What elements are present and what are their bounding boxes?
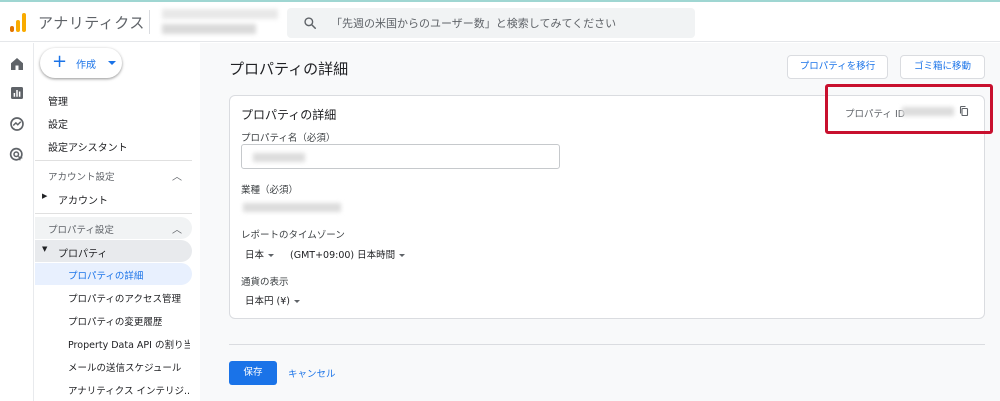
sidebar-item-analytics-intelligence[interactable]: アナリティクス インテリジ... bbox=[35, 378, 192, 400]
page-title: プロパティの詳細 bbox=[229, 60, 349, 78]
plus-icon: + bbox=[52, 51, 68, 72]
timezone-country-value: 日本 bbox=[245, 250, 265, 261]
sidebar-link-setup-assistant[interactable]: 設定アシスタント bbox=[48, 139, 128, 154]
move-property-button[interactable]: プロパティを移行 bbox=[787, 55, 888, 79]
sidebar-item-email-schedule[interactable]: メールの送信スケジュール bbox=[35, 355, 192, 377]
admin-sidebar: + 作成 管理 設定 設定アシスタント アカウント設定 ︿ ▶ アカウント プロ… bbox=[35, 43, 200, 401]
advertising-icon[interactable] bbox=[8, 146, 26, 164]
search-placeholder: 「先週の米国からのユーザー数」と検索してみてください bbox=[331, 17, 617, 30]
card-title: プロパティの詳細 bbox=[241, 108, 337, 122]
timezone-value: (GMT+09:00) 日本時間 bbox=[290, 250, 396, 261]
currency-label: 通貨の表示 bbox=[241, 277, 289, 288]
property-name-value-redacted bbox=[253, 153, 305, 162]
sidebar-item-property[interactable]: ▼ プロパティ bbox=[35, 240, 192, 262]
chevron-down-icon bbox=[108, 61, 116, 65]
section-label: アカウント設定 bbox=[48, 172, 115, 183]
caret-down-icon bbox=[268, 254, 275, 257]
move-to-trash-button[interactable]: ゴミ箱に移動 bbox=[900, 55, 985, 79]
cancel-link[interactable]: キャンセル bbox=[288, 366, 336, 380]
expand-arrow-icon: ▶ bbox=[42, 192, 48, 200]
sidebar-link-admin[interactable]: 管理 bbox=[48, 93, 68, 108]
app-title[interactable]: アナリティクス bbox=[38, 12, 145, 33]
caret-down-icon bbox=[399, 254, 406, 257]
currency-value: 日本円 (¥) bbox=[245, 296, 290, 307]
property-name-redacted[interactable] bbox=[162, 24, 256, 34]
sidebar-item-property-access[interactable]: プロパティのアクセス管理 bbox=[35, 286, 192, 308]
divider bbox=[149, 10, 150, 34]
sidebar-item-label: アカウント bbox=[58, 196, 108, 207]
search-bar[interactable]: 「先週の米国からのユーザー数」と検索してみてください bbox=[287, 8, 695, 38]
divider bbox=[35, 160, 192, 161]
create-label: 作成 bbox=[76, 60, 96, 71]
timezone-label: レポートのタイムゾーン bbox=[241, 230, 345, 241]
account-name-redacted[interactable] bbox=[162, 9, 278, 19]
chevron-up-icon: ︿ bbox=[172, 172, 182, 183]
account-settings-header[interactable]: アカウント設定 ︿ bbox=[35, 164, 192, 186]
sidebar-item-label: プロパティ bbox=[58, 249, 108, 260]
home-icon[interactable] bbox=[8, 55, 26, 73]
collapse-arrow-icon: ▼ bbox=[42, 245, 48, 253]
property-name-label: プロパティ名（必須） bbox=[241, 133, 336, 144]
property-settings-header[interactable]: プロパティ設定 ︿ bbox=[35, 217, 192, 239]
save-button[interactable]: 保存 bbox=[229, 361, 277, 385]
sidebar-item-data-api-quota[interactable]: Property Data API の割り当... bbox=[35, 332, 192, 354]
sidebar-item-label: プロパティのアクセス管理 bbox=[68, 294, 181, 305]
section-label: プロパティ設定 bbox=[48, 225, 114, 236]
currency-select[interactable]: 日本円 (¥) bbox=[245, 293, 300, 307]
sidebar-item-label: プロパティの詳細 bbox=[68, 271, 144, 282]
sidebar-item-label: アナリティクス インテリジ... bbox=[68, 386, 190, 397]
top-bar: アナリティクス 「先週の米国からのユーザー数」と検索してみてください bbox=[0, 2, 1000, 42]
reports-icon[interactable] bbox=[8, 84, 26, 102]
sidebar-item-label: プロパティの変更履歴 bbox=[68, 317, 163, 328]
highlight-annotation-box bbox=[825, 84, 993, 134]
sidebar-link-settings[interactable]: 設定 bbox=[48, 116, 68, 131]
sidebar-item-account[interactable]: ▶ アカウント bbox=[35, 187, 192, 209]
timezone-select[interactable]: (GMT+09:00) 日本時間 bbox=[290, 247, 406, 261]
property-name-input[interactable] bbox=[241, 144, 560, 169]
divider bbox=[229, 344, 985, 345]
sidebar-item-label: Property Data API の割り当... bbox=[68, 340, 190, 351]
create-button[interactable]: + 作成 bbox=[40, 48, 122, 78]
sidebar-item-change-history[interactable]: プロパティの変更履歴 bbox=[35, 309, 192, 331]
analytics-logo-icon[interactable] bbox=[10, 12, 28, 32]
divider bbox=[35, 213, 192, 214]
sidebar-item-property-details[interactable]: プロパティの詳細 bbox=[35, 263, 192, 285]
explore-icon[interactable] bbox=[8, 115, 26, 133]
industry-value-redacted[interactable] bbox=[243, 203, 341, 212]
chevron-up-icon: ︿ bbox=[172, 225, 182, 236]
search-icon bbox=[304, 17, 317, 30]
timezone-country-select[interactable]: 日本 bbox=[245, 247, 275, 261]
sidebar-item-label: メールの送信スケジュール bbox=[68, 363, 182, 374]
caret-down-icon bbox=[293, 300, 300, 303]
industry-label: 業種（必須） bbox=[241, 185, 299, 196]
nav-rail bbox=[0, 43, 34, 401]
